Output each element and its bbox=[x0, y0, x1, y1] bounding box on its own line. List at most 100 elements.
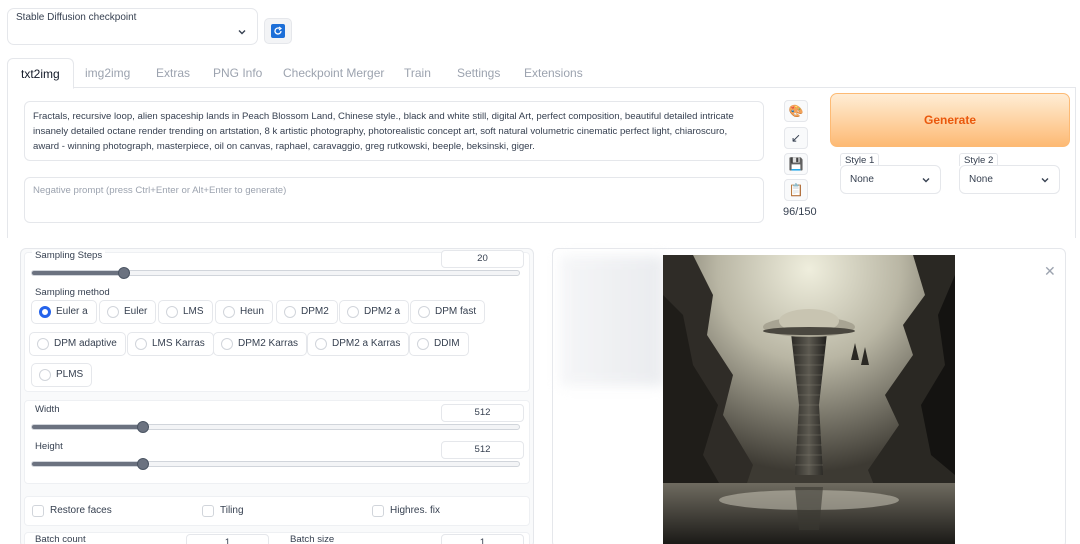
checkbox-label: Restore faces bbox=[50, 505, 112, 516]
radio-dot bbox=[418, 306, 430, 318]
tab-txt2img[interactable]: txt2img bbox=[7, 58, 74, 89]
width-input[interactable]: 512 bbox=[441, 404, 524, 422]
radio-ddim[interactable]: DDIM bbox=[409, 332, 469, 356]
radio-dot bbox=[166, 306, 178, 318]
clipboard-icon-button[interactable]: 📋 bbox=[784, 179, 808, 201]
gallery-background bbox=[560, 256, 664, 386]
radio-euler[interactable]: Euler bbox=[99, 300, 157, 324]
radio-label: DPM adaptive bbox=[54, 338, 117, 349]
radio-dot bbox=[221, 338, 233, 350]
tiling-checkbox[interactable]: Tiling bbox=[202, 505, 244, 517]
prompt-textarea[interactable]: Fractals, recursive loop, alien spaceshi… bbox=[24, 101, 764, 161]
batch-count-label: Batch count bbox=[32, 534, 89, 544]
radio-label: DDIM bbox=[434, 338, 460, 349]
radio-lms[interactable]: LMS bbox=[158, 300, 213, 324]
radio-label: Euler a bbox=[56, 306, 88, 317]
radio-label: DPM2 Karras bbox=[238, 338, 299, 349]
token-counter: 96/150 bbox=[783, 206, 817, 218]
height-label: Height bbox=[32, 441, 66, 452]
radio-dpm-fast[interactable]: DPM fast bbox=[410, 300, 486, 324]
style-2-value: None bbox=[969, 174, 993, 185]
generated-image[interactable] bbox=[663, 255, 955, 544]
checkpoint-dropdown[interactable]: Stable Diffusion checkpoint bbox=[7, 8, 258, 45]
tab-checkpoint-merger[interactable]: Checkpoint Merger bbox=[270, 58, 397, 88]
sampling-steps-slider[interactable] bbox=[31, 270, 520, 276]
checkbox-box bbox=[202, 505, 214, 517]
negative-prompt-placeholder: Negative prompt (press Ctrl+Enter or Alt… bbox=[33, 185, 287, 196]
sampling-steps-input[interactable]: 20 bbox=[441, 250, 524, 268]
radio-dpm2-a-karras[interactable]: DPM2 a Karras bbox=[307, 332, 410, 356]
batch-size-label: Batch size bbox=[287, 534, 338, 544]
arrow-icon-button[interactable]: ↙ bbox=[784, 127, 808, 149]
width-fill bbox=[32, 425, 144, 429]
negative-prompt-textarea[interactable]: Negative prompt (press Ctrl+Enter or Alt… bbox=[24, 177, 764, 223]
restore-faces-checkbox[interactable]: Restore faces bbox=[32, 505, 112, 517]
checkpoint-label: Stable Diffusion checkpoint bbox=[14, 12, 139, 23]
height-slider[interactable] bbox=[31, 461, 520, 467]
radio-label: DPM2 a bbox=[364, 306, 401, 317]
tab-settings[interactable]: Settings bbox=[444, 58, 513, 88]
checkbox-box bbox=[372, 505, 384, 517]
chevron-down-icon bbox=[1041, 178, 1049, 183]
style-1-dropdown[interactable]: None bbox=[840, 165, 941, 194]
tab-extensions[interactable]: Extensions bbox=[511, 58, 596, 88]
radio-label: DPM2 a Karras bbox=[332, 338, 401, 349]
palette-icon-button[interactable]: 🎨 bbox=[784, 100, 808, 122]
radio-heun[interactable]: Heun bbox=[215, 300, 273, 324]
radio-lms-karras[interactable]: LMS Karras bbox=[127, 332, 214, 356]
sampling-steps-fill bbox=[32, 271, 125, 275]
radio-dot bbox=[37, 338, 49, 350]
sampling-steps-label: Sampling Steps bbox=[32, 250, 106, 261]
radio-dot bbox=[39, 306, 51, 318]
radio-dot bbox=[417, 338, 429, 350]
radio-dot bbox=[284, 306, 296, 318]
radio-dpm2[interactable]: DPM2 bbox=[276, 300, 338, 324]
options-row: Restore faces Tiling Highres. fix bbox=[24, 496, 530, 526]
radio-dpm-adaptive[interactable]: DPM adaptive bbox=[29, 332, 126, 356]
save-icon: 💾 bbox=[788, 157, 804, 171]
arrow-icon: ↙ bbox=[790, 131, 802, 145]
tab-img2img[interactable]: img2img bbox=[72, 58, 143, 88]
close-icon[interactable]: ✕ bbox=[1044, 263, 1056, 280]
radio-label: Euler bbox=[124, 306, 148, 317]
radio-dot bbox=[107, 306, 119, 318]
style-2-dropdown[interactable]: None bbox=[959, 165, 1060, 194]
highres-fix-checkbox[interactable]: Highres. fix bbox=[372, 505, 441, 517]
generate-button[interactable]: Generate bbox=[830, 93, 1070, 147]
radio-dot bbox=[347, 306, 359, 318]
prompt-text: Fractals, recursive loop, alien spaceshi… bbox=[33, 111, 734, 152]
radio-euler-a[interactable]: Euler a bbox=[31, 300, 97, 324]
tab-train[interactable]: Train bbox=[391, 58, 444, 88]
checkbox-label: Tiling bbox=[220, 505, 244, 516]
checkbox-box bbox=[32, 505, 44, 517]
radio-label: DPM2 bbox=[301, 306, 329, 317]
chevron-down-icon bbox=[238, 30, 246, 35]
clipboard-icon: 📋 bbox=[788, 183, 804, 197]
chevron-down-icon bbox=[922, 178, 930, 183]
width-slider[interactable] bbox=[31, 424, 520, 430]
height-input[interactable]: 512 bbox=[441, 441, 524, 459]
tab-png-info[interactable]: PNG Info bbox=[200, 58, 275, 88]
radio-dpm2-a[interactable]: DPM2 a bbox=[339, 300, 410, 324]
refresh-checkpoint-button[interactable] bbox=[264, 18, 292, 44]
radio-label: LMS Karras bbox=[152, 338, 205, 349]
radio-dot bbox=[39, 369, 51, 381]
radio-label: LMS bbox=[183, 306, 204, 317]
sampling-method-label: Sampling method bbox=[32, 287, 113, 298]
save-icon-button[interactable]: 💾 bbox=[784, 153, 808, 175]
batch-count-input[interactable]: 1 bbox=[186, 534, 269, 544]
sampling-steps-thumb[interactable] bbox=[117, 267, 130, 279]
style-1-value: None bbox=[850, 174, 874, 185]
batch-size-input[interactable]: 1 bbox=[441, 534, 524, 544]
generated-image-art bbox=[663, 255, 955, 544]
tab-extras[interactable]: Extras bbox=[143, 58, 203, 88]
radio-dpm2-karras[interactable]: DPM2 Karras bbox=[213, 332, 308, 356]
main-tabs: txt2img img2img Extras PNG Info Checkpoi… bbox=[7, 58, 1076, 89]
radio-dot bbox=[135, 338, 147, 350]
refresh-icon bbox=[271, 24, 285, 38]
radio-label: DPM fast bbox=[435, 306, 477, 317]
width-label: Width bbox=[32, 404, 63, 415]
height-fill bbox=[32, 462, 144, 466]
checkbox-label: Highres. fix bbox=[390, 505, 441, 516]
radio-plms[interactable]: PLMS bbox=[31, 363, 93, 387]
